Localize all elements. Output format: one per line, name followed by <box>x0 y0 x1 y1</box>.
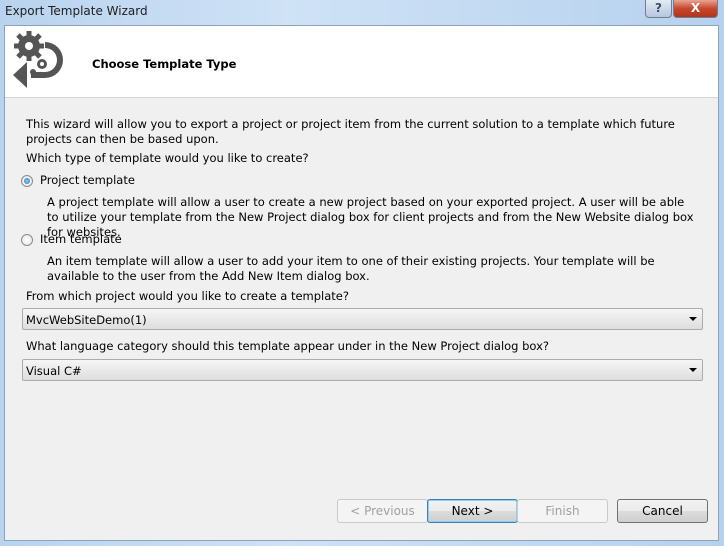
project-select-value: MvcWebSiteDemo(1) <box>26 313 147 327</box>
next-button[interactable]: Next > <box>427 499 518 523</box>
help-button[interactable]: ? <box>645 0 672 18</box>
chevron-down-icon <box>689 368 697 372</box>
previous-button[interactable]: < Previous <box>337 499 428 523</box>
project-question: From which project would you like to cre… <box>26 289 349 303</box>
dialog-window: Export Template Wizard ? X Choose Templa… <box>0 0 724 546</box>
item-template-radio[interactable] <box>21 234 33 246</box>
language-select[interactable]: Visual C# <box>22 359 703 381</box>
project-template-label[interactable]: Project template <box>40 173 135 188</box>
gears-arrow-icon <box>13 31 63 88</box>
project-select[interactable]: MvcWebSiteDemo(1) <box>22 308 703 330</box>
item-template-description: An item template will allow a user to ad… <box>47 254 655 283</box>
chevron-down-icon <box>689 317 697 321</box>
finish-button[interactable]: Finish <box>517 499 608 523</box>
page-title: Choose Template Type <box>92 57 237 71</box>
language-question: What language category should this templ… <box>26 339 550 353</box>
intro-text: This wizard will allow you to export a p… <box>26 117 675 146</box>
language-select-value: Visual C# <box>26 364 82 378</box>
client-area: Choose Template Type This wizard will al… <box>4 25 719 541</box>
template-type-question: Which type of template would you like to… <box>26 151 309 165</box>
item-template-label[interactable]: Item template <box>40 232 122 247</box>
cancel-button[interactable]: Cancel <box>617 499 708 523</box>
project-template-description: A project template will allow a user to … <box>47 195 694 239</box>
window-title: Export Template Wizard <box>5 4 148 18</box>
wizard-header: Choose Template Type <box>5 26 718 98</box>
close-button[interactable]: X <box>673 0 718 18</box>
project-template-radio[interactable] <box>21 175 33 187</box>
